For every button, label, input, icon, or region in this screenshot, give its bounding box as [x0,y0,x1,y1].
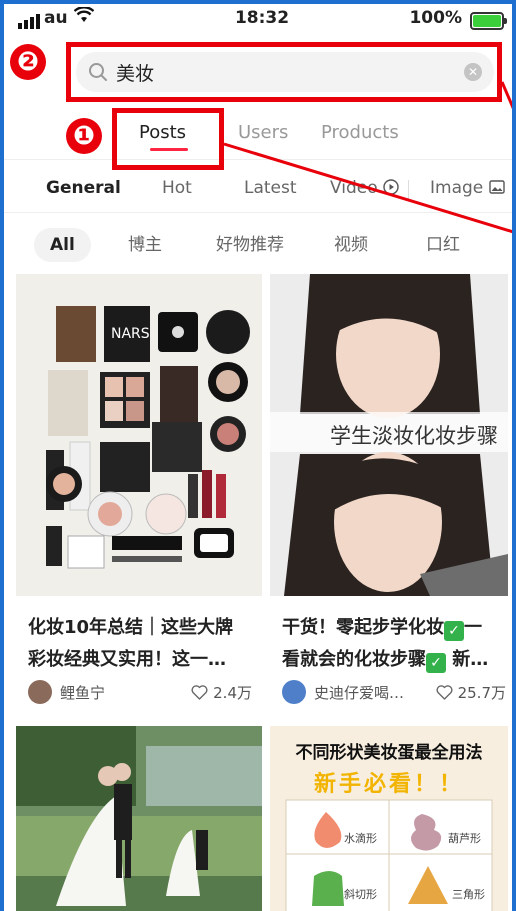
post-title: 化妆10年总结｜这些大牌 彩妆经典又实用！这一… [28,612,254,676]
tab-users[interactable]: Users [238,122,288,143]
like-count-value: 25.7万 [457,684,506,702]
post-thumbnail: 不同形状美妆蛋最全用法 新手必看！！ 水滴形 葫芦形 斜切形 三角形 [270,726,508,911]
phone-screen: au 18:32 100% 美妆 ✕ Posts Users Products … [0,0,516,911]
post-card[interactable]: NARS 化妆10年总结｜这些大牌 彩妆经典又实用！这一… 鲤鱼宁 2.4万 [16,274,262,704]
status-bar: au 18:32 100% [4,4,512,38]
post-thumbnail [16,726,262,911]
image-icon [488,180,505,194]
divider [4,212,512,213]
post-title-text: 干货！零起步学化妆 [282,617,444,638]
divider [408,180,409,200]
image-caption: 学生淡妆化妆步骤 [330,424,498,448]
sort-general[interactable]: General [46,178,121,198]
annotation-badge-1: ❶ [66,118,102,154]
post-title-text: 一 [464,617,482,638]
battery-percent: 100% [409,8,462,28]
avatar[interactable] [28,680,52,704]
sort-image-label: Image [430,178,484,198]
battery-icon [470,12,507,30]
chip-all[interactable]: All [34,228,91,262]
post-title-line: 彩妆经典又实用！这一… [28,649,226,670]
svg-text:NARS: NARS [111,326,150,342]
post-title-text: 新… [452,649,489,670]
chip-bloggers[interactable]: 博主 [128,228,162,262]
tab-products[interactable]: Products [321,122,399,143]
post-thumbnail: NARS [16,274,262,596]
chip-recommended[interactable]: 好物推荐 [216,228,284,262]
divider [4,159,512,160]
play-icon [383,179,399,195]
post-meta: 史迪仔爱喝… 25.7万 [282,678,508,708]
filter-chips: All 博主 好物推荐 视频 口红 [4,224,512,264]
post-title-line: 干货！零起步学化妆 ✓ 一 [282,612,508,644]
sort-bar: General Hot Latest Video Image [4,172,512,206]
post-card[interactable] [16,726,262,911]
post-thumbnail: 学生淡妆化妆步骤 [270,274,508,596]
sort-video[interactable]: Video [330,178,399,198]
sort-latest[interactable]: Latest [244,178,297,198]
avatar[interactable] [282,680,306,704]
quadrant-label: 葫芦形 [448,832,481,845]
author-name[interactable]: 史迪仔爱喝… [314,682,404,703]
post-card[interactable]: 学生淡妆化妆步骤 干货！零起步学化妆 ✓ 一 看就会的化妆步骤 ✓ 新… 史迪仔爱喝…… [270,274,508,704]
chip-videos[interactable]: 视频 [334,228,368,262]
chip-lipstick[interactable]: 口红 [426,228,460,262]
heart-icon [191,685,208,700]
quadrant-label: 斜切形 [344,888,377,901]
sort-hot[interactable]: Hot [162,178,192,198]
check-emoji-icon: ✓ [444,621,464,641]
post-title-line: 看就会的化妆步骤 ✓ 新… [282,644,508,676]
quadrant-label: 三角形 [452,888,485,901]
post-title: 干货！零起步学化妆 ✓ 一 看就会的化妆步骤 ✓ 新… [282,612,508,676]
sort-image[interactable]: Image [430,178,505,198]
quadrant-label: 水滴形 [344,832,377,845]
post-card[interactable]: 不同形状美妆蛋最全用法 新手必看！！ 水滴形 葫芦形 斜切形 三角形 [270,726,508,911]
like-count-value: 2.4万 [213,684,252,702]
sort-video-label: Video [330,178,378,198]
annotation-box-posts-tab [112,108,224,170]
like-count[interactable]: 2.4万 [191,682,252,703]
check-emoji-icon: ✓ [426,653,446,673]
post-meta: 鲤鱼宁 2.4万 [28,678,254,708]
post-title-line: 化妆10年总结｜这些大牌 [28,617,234,638]
like-count[interactable]: 25.7万 [436,682,506,703]
annotation-box-search [66,42,502,102]
author-name[interactable]: 鲤鱼宁 [60,682,105,703]
annotation-badge-2: ❷ [10,44,46,80]
post-title-text: 看就会的化妆步骤 [282,649,426,670]
heart-icon [436,685,453,700]
